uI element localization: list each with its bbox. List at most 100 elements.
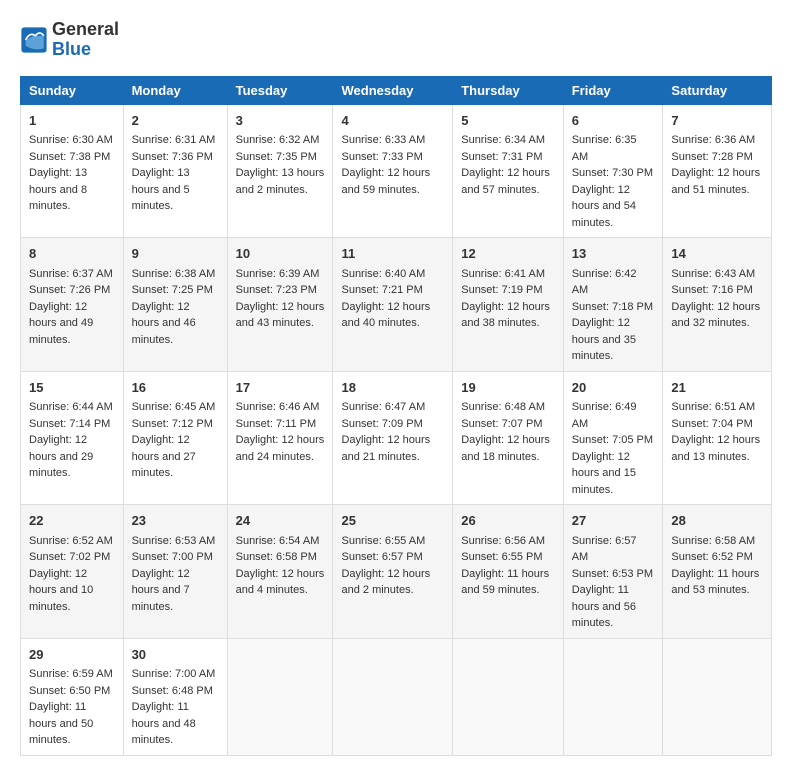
sunrise-text: Sunrise: 6:58 AM	[671, 535, 755, 547]
day-number: 12	[461, 244, 554, 264]
daylight-text: Daylight: 12 hours and 51 minutes.	[671, 167, 760, 196]
daylight-text: Daylight: 12 hours and 40 minutes.	[341, 301, 430, 330]
sunset-text: Sunset: 7:18 PM	[572, 301, 653, 313]
day-number: 4	[341, 111, 444, 131]
calendar-cell: 16 Sunrise: 6:45 AM Sunset: 7:12 PM Dayl…	[123, 371, 227, 505]
logo-text: General Blue	[52, 20, 119, 60]
sunset-text: Sunset: 7:36 PM	[132, 151, 213, 163]
sunset-text: Sunset: 6:58 PM	[236, 551, 317, 563]
daylight-text: Daylight: 12 hours and 4 minutes.	[236, 568, 325, 597]
sunrise-text: Sunrise: 6:52 AM	[29, 535, 113, 547]
calendar-cell: 21 Sunrise: 6:51 AM Sunset: 7:04 PM Dayl…	[663, 371, 772, 505]
col-header-monday: Monday	[123, 76, 227, 104]
sunset-text: Sunset: 7:14 PM	[29, 418, 110, 430]
calendar-cell: 11 Sunrise: 6:40 AM Sunset: 7:21 PM Dayl…	[333, 238, 453, 372]
calendar-cell: 29 Sunrise: 6:59 AM Sunset: 6:50 PM Dayl…	[21, 638, 124, 755]
sunrise-text: Sunrise: 6:40 AM	[341, 268, 425, 280]
sunset-text: Sunset: 7:11 PM	[236, 418, 317, 430]
daylight-text: Daylight: 11 hours and 56 minutes.	[572, 584, 636, 629]
calendar-cell: 2 Sunrise: 6:31 AM Sunset: 7:36 PM Dayli…	[123, 104, 227, 238]
sunrise-text: Sunrise: 6:30 AM	[29, 134, 113, 146]
day-number: 28	[671, 511, 763, 531]
calendar-cell: 18 Sunrise: 6:47 AM Sunset: 7:09 PM Dayl…	[333, 371, 453, 505]
sunrise-text: Sunrise: 6:45 AM	[132, 401, 216, 413]
day-number: 15	[29, 378, 115, 398]
sunset-text: Sunset: 7:23 PM	[236, 284, 317, 296]
week-row-4: 22 Sunrise: 6:52 AM Sunset: 7:02 PM Dayl…	[21, 505, 772, 639]
sunrise-text: Sunrise: 6:41 AM	[461, 268, 545, 280]
sunset-text: Sunset: 6:55 PM	[461, 551, 542, 563]
sunrise-text: Sunrise: 6:57 AM	[572, 535, 637, 564]
week-row-2: 8 Sunrise: 6:37 AM Sunset: 7:26 PM Dayli…	[21, 238, 772, 372]
sunset-text: Sunset: 7:09 PM	[341, 418, 422, 430]
day-number: 25	[341, 511, 444, 531]
calendar-cell	[663, 638, 772, 755]
day-number: 2	[132, 111, 219, 131]
week-row-1: 1 Sunrise: 6:30 AM Sunset: 7:38 PM Dayli…	[21, 104, 772, 238]
week-row-5: 29 Sunrise: 6:59 AM Sunset: 6:50 PM Dayl…	[21, 638, 772, 755]
sunset-text: Sunset: 7:28 PM	[671, 151, 752, 163]
calendar-cell: 23 Sunrise: 6:53 AM Sunset: 7:00 PM Dayl…	[123, 505, 227, 639]
day-number: 24	[236, 511, 325, 531]
day-number: 3	[236, 111, 325, 131]
sunset-text: Sunset: 6:57 PM	[341, 551, 422, 563]
daylight-text: Daylight: 11 hours and 53 minutes.	[671, 568, 759, 597]
daylight-text: Daylight: 11 hours and 48 minutes.	[132, 701, 196, 746]
col-header-saturday: Saturday	[663, 76, 772, 104]
col-header-thursday: Thursday	[453, 76, 563, 104]
sunrise-text: Sunrise: 6:46 AM	[236, 401, 320, 413]
daylight-text: Daylight: 12 hours and 59 minutes.	[341, 167, 430, 196]
col-header-friday: Friday	[563, 76, 663, 104]
day-number: 19	[461, 378, 554, 398]
daylight-text: Daylight: 12 hours and 29 minutes.	[29, 434, 93, 479]
daylight-text: Daylight: 11 hours and 50 minutes.	[29, 701, 93, 746]
day-number: 13	[572, 244, 655, 264]
logo-icon	[20, 26, 48, 54]
calendar-cell: 15 Sunrise: 6:44 AM Sunset: 7:14 PM Dayl…	[21, 371, 124, 505]
calendar-cell: 9 Sunrise: 6:38 AM Sunset: 7:25 PM Dayli…	[123, 238, 227, 372]
sunset-text: Sunset: 7:31 PM	[461, 151, 542, 163]
logo: General Blue	[20, 20, 119, 60]
sunset-text: Sunset: 7:00 PM	[132, 551, 213, 563]
page-header: General Blue	[20, 20, 772, 60]
calendar-cell: 6 Sunrise: 6:35 AM Sunset: 7:30 PM Dayli…	[563, 104, 663, 238]
day-number: 14	[671, 244, 763, 264]
calendar-cell: 28 Sunrise: 6:58 AM Sunset: 6:52 PM Dayl…	[663, 505, 772, 639]
sunset-text: Sunset: 7:38 PM	[29, 151, 110, 163]
daylight-text: Daylight: 12 hours and 21 minutes.	[341, 434, 430, 463]
calendar-cell: 4 Sunrise: 6:33 AM Sunset: 7:33 PM Dayli…	[333, 104, 453, 238]
sunset-text: Sunset: 7:35 PM	[236, 151, 317, 163]
sunset-text: Sunset: 7:25 PM	[132, 284, 213, 296]
day-number: 10	[236, 244, 325, 264]
calendar-cell: 30 Sunrise: 7:00 AM Sunset: 6:48 PM Dayl…	[123, 638, 227, 755]
day-number: 17	[236, 378, 325, 398]
calendar-cell	[227, 638, 333, 755]
sunset-text: Sunset: 7:33 PM	[341, 151, 422, 163]
sunrise-text: Sunrise: 6:51 AM	[671, 401, 755, 413]
calendar-cell: 14 Sunrise: 6:43 AM Sunset: 7:16 PM Dayl…	[663, 238, 772, 372]
daylight-text: Daylight: 12 hours and 10 minutes.	[29, 568, 93, 613]
sunrise-text: Sunrise: 6:38 AM	[132, 268, 216, 280]
daylight-text: Daylight: 11 hours and 59 minutes.	[461, 568, 549, 597]
sunrise-text: Sunrise: 6:54 AM	[236, 535, 320, 547]
daylight-text: Daylight: 12 hours and 13 minutes.	[671, 434, 760, 463]
sunset-text: Sunset: 6:52 PM	[671, 551, 752, 563]
daylight-text: Daylight: 12 hours and 35 minutes.	[572, 317, 636, 362]
daylight-text: Daylight: 12 hours and 49 minutes.	[29, 301, 93, 346]
calendar-cell: 19 Sunrise: 6:48 AM Sunset: 7:07 PM Dayl…	[453, 371, 563, 505]
day-number: 21	[671, 378, 763, 398]
sunset-text: Sunset: 7:26 PM	[29, 284, 110, 296]
day-number: 11	[341, 244, 444, 264]
daylight-text: Daylight: 13 hours and 2 minutes.	[236, 167, 325, 196]
day-number: 29	[29, 645, 115, 665]
sunset-text: Sunset: 7:05 PM	[572, 434, 653, 446]
sunrise-text: Sunrise: 6:53 AM	[132, 535, 216, 547]
calendar-cell: 1 Sunrise: 6:30 AM Sunset: 7:38 PM Dayli…	[21, 104, 124, 238]
daylight-text: Daylight: 12 hours and 2 minutes.	[341, 568, 430, 597]
sunrise-text: Sunrise: 7:00 AM	[132, 668, 216, 680]
sunset-text: Sunset: 7:12 PM	[132, 418, 213, 430]
day-number: 30	[132, 645, 219, 665]
day-number: 16	[132, 378, 219, 398]
daylight-text: Daylight: 12 hours and 27 minutes.	[132, 434, 196, 479]
calendar-cell	[333, 638, 453, 755]
